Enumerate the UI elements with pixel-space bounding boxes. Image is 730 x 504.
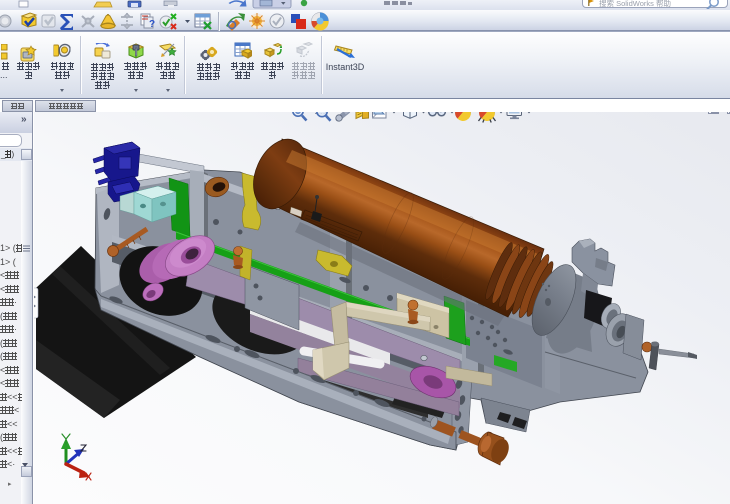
svg-text:?: ?: [149, 19, 155, 30]
svg-text:搜索 SolidWorks 帮助: 搜索 SolidWorks 帮助: [599, 0, 671, 8]
